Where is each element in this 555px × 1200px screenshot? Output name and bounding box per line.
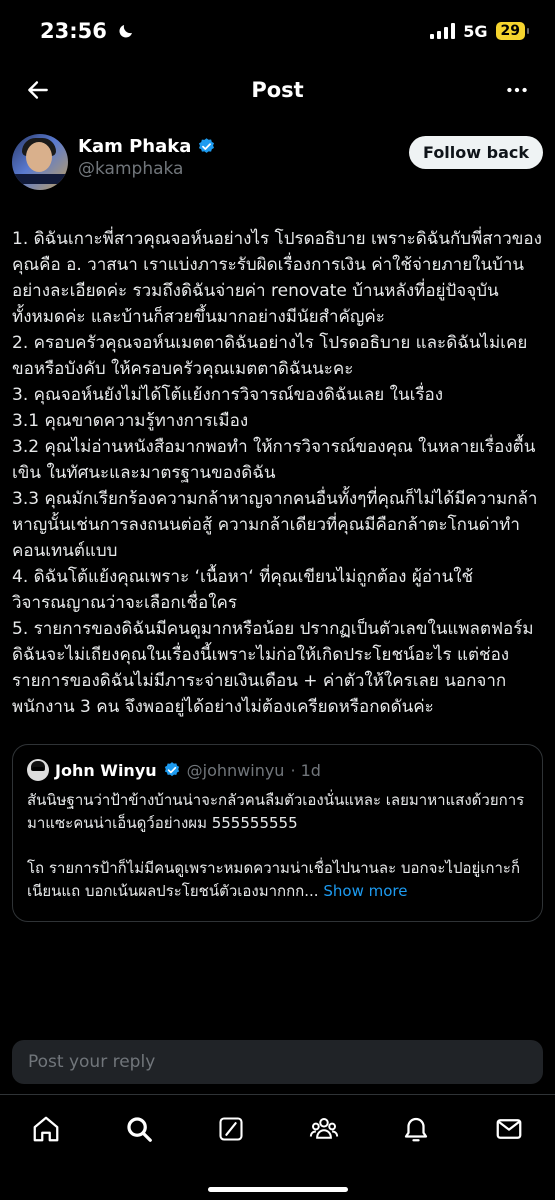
author-handle[interactable]: @kamphaka — [78, 159, 409, 179]
arrow-left-icon — [28, 81, 48, 99]
quote-time: · 1d — [290, 760, 321, 780]
show-more-link[interactable]: Show more — [323, 882, 407, 900]
quote-paragraph: โถ รายการป้าก็ไม่มีคนดูเพราะหมดความน่าเช… — [27, 857, 528, 903]
signal-icon — [430, 23, 456, 39]
author-info: Kam Phaka @kamphaka — [78, 134, 409, 179]
status-time: 23:56 — [40, 19, 107, 43]
home-indicator — [207, 1187, 348, 1192]
search-icon — [127, 1117, 152, 1142]
tab-communities[interactable] — [304, 1109, 344, 1149]
status-left: 23:56 — [40, 19, 135, 43]
post-paragraph: 4. ดิฉันโต้แย้งคุณเพราะ ‘เนื้อหา‘ ที่คุณ… — [12, 567, 474, 613]
verified-badge-icon — [164, 762, 179, 777]
moon-icon — [119, 25, 132, 38]
grok-icon — [219, 1117, 243, 1141]
quote-paragraph: สันนิษฐานว่าป้าข้างบ้านน่าจะกลัวคนลืมตัว… — [27, 791, 525, 832]
tab-search[interactable] — [119, 1109, 159, 1149]
status-bar: 23:56 5G 29 — [0, 0, 555, 62]
home-icon — [33, 1116, 59, 1142]
quote-paragraph-text: โถ รายการป้าก็ไม่มีคนดูเพราะหมดความน่าเช… — [27, 859, 521, 900]
quote-author-handle: @johnwinyu — [186, 760, 285, 780]
author-avatar[interactable] — [12, 134, 68, 190]
tab-messages[interactable] — [489, 1109, 529, 1149]
post: Kam Phaka @kamphaka Follow back 1. ดิฉัน… — [0, 122, 555, 922]
page-title: Post — [251, 78, 304, 102]
back-button[interactable] — [20, 72, 56, 108]
verified-badge-icon — [199, 138, 215, 153]
post-paragraph: 3.2 คุณไม่อ่านหนังสือมากพอทำ ให้การวิจาร… — [12, 437, 536, 483]
more-button[interactable] — [499, 72, 535, 108]
nav-header: Post — [0, 62, 555, 118]
post-body: 1. ดิฉันเกาะพี่สาวคุณจอห์นอย่างไร โปรดอธ… — [12, 226, 543, 720]
post-paragraph: 2. ครอบครัวคุณจอห์นเมตตาดิฉันอย่างไร โปร… — [12, 333, 528, 379]
reply-placeholder: Post your reply — [28, 1052, 156, 1072]
tab-grok[interactable] — [211, 1109, 251, 1149]
author-name-row: Kam Phaka — [78, 136, 409, 157]
status-right: 5G 29 — [430, 21, 530, 41]
post-paragraph: 5. รายการของดิฉันมีคนดูมากหรือน้อย ปรากฏ… — [12, 619, 534, 717]
more-horizontal-icon — [507, 87, 527, 93]
bottom-tab-bar — [0, 1094, 555, 1200]
battery-icon: 29 — [495, 22, 530, 40]
network-label: 5G — [463, 21, 488, 41]
follow-back-button[interactable]: Follow back — [409, 136, 543, 169]
quote-header: John Winyu @johnwinyu · 1d — [27, 759, 528, 781]
author-name[interactable]: Kam Phaka — [78, 136, 191, 157]
post-paragraph: 3. คุณจอห์นยังไม่ได้โต้แย้งการวิจารณ์ของ… — [12, 385, 444, 405]
post-paragraph: 1. ดิฉันเกาะพี่สาวคุณจอห์นอย่างไร โปรดอธ… — [12, 229, 542, 327]
post-paragraph: 3.3 คุณมักเรียกร้องความกล้าหาญจากคนอื่นท… — [12, 489, 538, 561]
quote-author-name: John Winyu — [55, 760, 157, 780]
quote-text: สันนิษฐานว่าป้าข้างบ้านน่าจะกลัวคนลืมตัว… — [27, 789, 528, 903]
messages-icon — [496, 1119, 522, 1139]
communities-icon — [309, 1118, 338, 1139]
notifications-icon — [405, 1117, 428, 1142]
quote-author-avatar — [27, 759, 49, 781]
quoted-post[interactable]: John Winyu @johnwinyu · 1d สันนิษฐานว่าป… — [12, 744, 543, 922]
post-author-row: Kam Phaka @kamphaka Follow back — [12, 122, 543, 190]
tab-home[interactable] — [26, 1109, 66, 1149]
post-paragraph: 3.1 คุณขาดความรู้ทางการเมือง — [12, 411, 249, 431]
reply-input[interactable]: Post your reply — [12, 1040, 543, 1084]
tab-notifications[interactable] — [396, 1109, 436, 1149]
